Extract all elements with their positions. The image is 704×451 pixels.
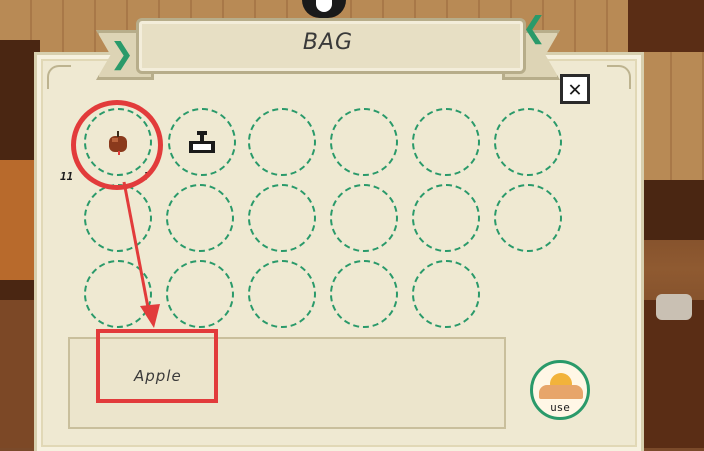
inventory-slot-3[interactable]	[248, 108, 316, 176]
slot-2-count: 7	[144, 170, 151, 183]
title-banner: ❯ ❮ BAG	[96, 8, 560, 82]
inventory-slot-17[interactable]	[412, 260, 480, 328]
inventory-slot-7[interactable]	[84, 184, 152, 252]
slot-1-count: 11	[60, 170, 74, 183]
inventory-slot-10[interactable]	[330, 184, 398, 252]
bag-title: BAG	[302, 30, 354, 55]
inventory-slot-13[interactable]	[84, 260, 152, 328]
inventory-slot-14[interactable]	[166, 260, 234, 328]
inventory-slot-9[interactable]	[248, 184, 316, 252]
inventory-slot-6[interactable]	[494, 108, 562, 176]
inventory-slot-8[interactable]	[166, 184, 234, 252]
item-description-box: Apple	[68, 337, 506, 429]
inventory-slot-1[interactable]	[84, 108, 152, 176]
inventory-slot-5[interactable]	[412, 108, 480, 176]
inventory-slot-11[interactable]	[412, 184, 480, 252]
key-icon	[184, 124, 220, 160]
selected-item-name: Apple	[134, 367, 182, 385]
apple-icon	[100, 124, 136, 160]
inventory-slot-2[interactable]	[168, 108, 236, 176]
inventory-slot-15[interactable]	[248, 260, 316, 328]
inventory-slot-16[interactable]	[330, 260, 398, 328]
inventory-slot-12[interactable]	[494, 184, 562, 252]
inventory-slot-4[interactable]	[330, 108, 398, 176]
use-button[interactable]: use	[530, 360, 590, 420]
use-button-label: use	[550, 401, 570, 414]
close-button[interactable]: ✕	[560, 74, 590, 104]
